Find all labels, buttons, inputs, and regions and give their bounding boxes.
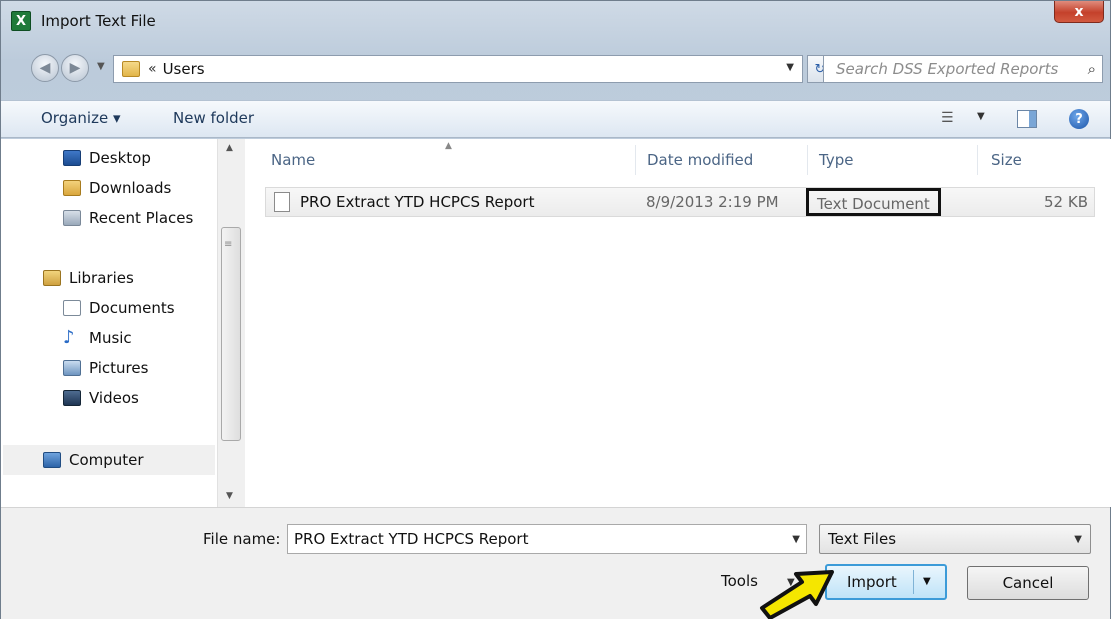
- nav-item-videos[interactable]: Videos: [63, 387, 139, 409]
- nav-item-label: Downloads: [89, 179, 172, 197]
- preview-pane-icon[interactable]: [1017, 110, 1037, 128]
- breadcrumb-overflow[interactable]: «: [148, 61, 157, 77]
- file-type-value: Text Files: [828, 530, 897, 548]
- scrollbar-thumb[interactable]: [221, 227, 241, 441]
- title-bar: X Import Text File x: [1, 1, 1110, 47]
- address-dropdown-icon[interactable]: ▼: [786, 62, 794, 73]
- nav-item-pictures[interactable]: Pictures: [63, 357, 148, 379]
- file-date-cell: 8/9/2013 2:19 PM: [646, 193, 779, 211]
- documents-icon: [63, 300, 81, 316]
- import-button[interactable]: Import ▼: [825, 564, 947, 600]
- nav-item-label: Music: [89, 329, 132, 347]
- scroll-up-icon[interactable]: ▲: [226, 143, 233, 153]
- breadcrumb-users[interactable]: Users: [163, 60, 205, 78]
- close-button[interactable]: x: [1054, 1, 1104, 23]
- nav-item-documents[interactable]: Documents: [63, 297, 175, 319]
- column-header-name[interactable]: Name: [271, 151, 315, 169]
- search-input[interactable]: Search DSS Exported Reports ⌕: [823, 55, 1103, 83]
- music-icon: ♪: [63, 327, 75, 348]
- nav-item-music[interactable]: ♪ Music: [63, 327, 132, 349]
- recent-places-icon: [63, 210, 81, 226]
- nav-item-label: Pictures: [89, 359, 149, 377]
- nav-item-label: Documents: [89, 299, 175, 317]
- callout-arrow-icon: [760, 570, 834, 619]
- file-row[interactable]: PRO Extract YTD HCPCS Report 8/9/2013 2:…: [265, 187, 1095, 217]
- organize-menu[interactable]: Organize ▾: [41, 109, 121, 127]
- file-type-cell-highlighted: Text Document: [806, 188, 941, 216]
- nav-item-label: Desktop: [89, 149, 151, 167]
- desktop-icon: [63, 150, 81, 166]
- sort-indicator-icon: ▲: [445, 141, 452, 151]
- command-bar: Organize ▾ New folder ☰ ▼ ?: [1, 100, 1110, 138]
- nav-item-downloads[interactable]: Downloads: [63, 177, 171, 199]
- navigation-pane: Desktop Downloads Recent Places Librarie…: [1, 139, 247, 507]
- change-view-icon[interactable]: ☰: [941, 110, 954, 126]
- column-header-size[interactable]: Size: [991, 151, 1022, 169]
- nav-item-label: Videos: [89, 389, 139, 407]
- scroll-down-icon[interactable]: ▼: [226, 491, 233, 501]
- column-divider[interactable]: [635, 145, 636, 175]
- column-header-date-modified[interactable]: Date modified: [647, 151, 753, 169]
- new-folder-button[interactable]: New folder: [173, 109, 254, 127]
- search-placeholder: Search DSS Exported Reports: [836, 60, 1059, 78]
- file-name-cell: PRO Extract YTD HCPCS Report: [300, 193, 535, 211]
- computer-icon: [43, 452, 61, 468]
- nav-item-label: Libraries: [69, 269, 134, 287]
- file-name-value: PRO Extract YTD HCPCS Report: [294, 530, 529, 548]
- file-size-cell: 52 KB: [1044, 193, 1088, 211]
- nav-item-recent-places[interactable]: Recent Places: [63, 207, 193, 229]
- column-divider[interactable]: [977, 145, 978, 175]
- libraries-icon: [43, 270, 61, 286]
- videos-icon: [63, 390, 81, 406]
- address-row: ◀ ▶ ▼ « Users ▼ ↻ Search DSS Exported Re…: [1, 51, 1110, 91]
- column-header-type[interactable]: Type: [819, 151, 853, 169]
- address-bar[interactable]: « Users ▼: [113, 55, 803, 83]
- forward-button[interactable]: ▶: [61, 54, 89, 82]
- import-dropdown-icon[interactable]: ▼: [923, 576, 931, 587]
- file-name-dropdown-icon[interactable]: ▼: [792, 534, 800, 545]
- nav-item-desktop[interactable]: Desktop: [63, 147, 151, 169]
- folder-icon: [122, 61, 140, 77]
- view-options-dropdown-icon[interactable]: ▼: [977, 111, 985, 122]
- back-button[interactable]: ◀: [31, 54, 59, 82]
- cancel-button[interactable]: Cancel: [967, 566, 1089, 600]
- file-type-dropdown-icon: ▼: [1074, 534, 1082, 545]
- pictures-icon: [63, 360, 81, 376]
- downloads-icon: [63, 180, 81, 196]
- nav-item-libraries[interactable]: Libraries: [43, 267, 134, 289]
- window-title: Import Text File: [41, 12, 156, 30]
- column-divider[interactable]: [807, 145, 808, 175]
- file-type-select[interactable]: Text Files ▼: [819, 524, 1091, 554]
- search-icon[interactable]: ⌕: [1088, 60, 1096, 78]
- text-file-icon: [274, 192, 290, 212]
- file-list: ▲ Name Date modified Type Size PRO Extra…: [247, 139, 1111, 507]
- file-name-field[interactable]: PRO Extract YTD HCPCS Report ▼: [287, 524, 807, 554]
- scroll-grip-icon: ≡: [224, 239, 233, 250]
- help-icon[interactable]: ?: [1069, 109, 1089, 129]
- nav-item-label: Recent Places: [89, 209, 194, 227]
- import-text-file-dialog: X Import Text File x ◀ ▶ ▼ « Users ▼ ↻ S…: [0, 0, 1111, 619]
- import-split-divider: [913, 570, 914, 594]
- nav-item-label: Computer: [69, 451, 144, 469]
- excel-icon: X: [11, 11, 31, 31]
- file-name-label: File name:: [203, 530, 281, 548]
- nav-item-computer[interactable]: Computer: [43, 449, 144, 471]
- back-arrow-icon: ◀: [39, 60, 51, 76]
- recent-locations-dropdown-icon[interactable]: ▼: [97, 61, 105, 72]
- import-button-label: Import: [847, 573, 897, 591]
- tools-menu[interactable]: Tools: [721, 572, 758, 590]
- forward-arrow-icon: ▶: [69, 60, 81, 76]
- dialog-footer: File name: PRO Extract YTD HCPCS Report …: [1, 507, 1110, 619]
- navigation-scrollbar[interactable]: ▲ ≡ ▼: [217, 139, 245, 507]
